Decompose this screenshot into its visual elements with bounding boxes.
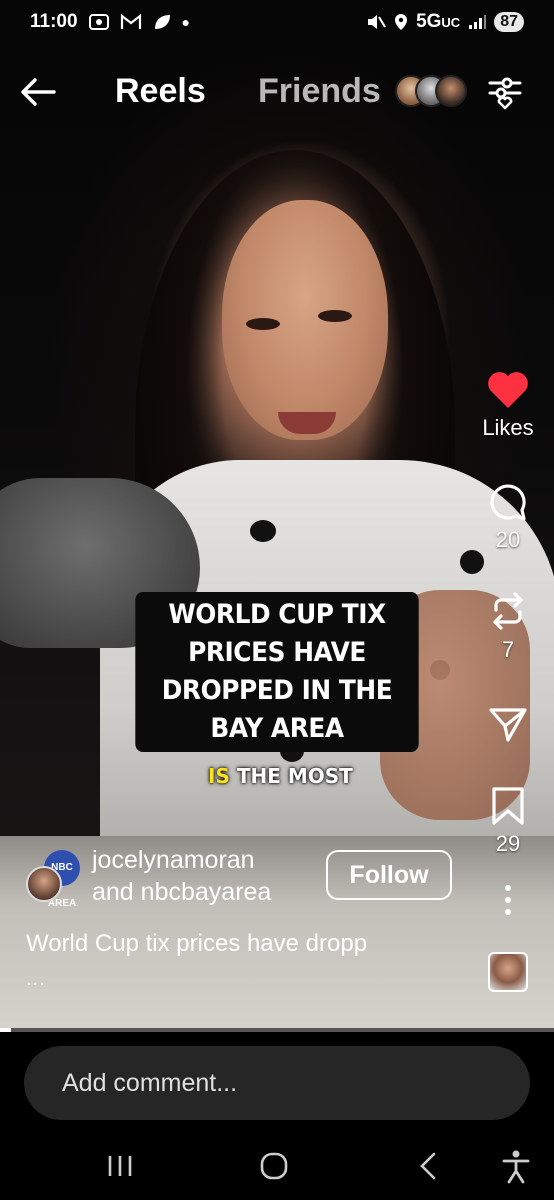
leaf-icon — [154, 15, 170, 29]
filter-heart-icon[interactable] — [486, 74, 524, 112]
back-arrow-icon[interactable] — [18, 74, 58, 110]
tab-friends[interactable]: Friends — [258, 72, 381, 111]
repost-count: 7 — [501, 637, 515, 662]
comment-icon — [490, 484, 526, 521]
bookmark-icon — [492, 787, 524, 825]
send-icon — [489, 708, 527, 742]
audio-thumbnail[interactable] — [488, 952, 528, 992]
friend-avatar — [435, 75, 467, 107]
notification-dot-icon: ● — [181, 14, 191, 30]
mute-icon — [368, 15, 386, 29]
avatar[interactable] — [26, 866, 62, 902]
comment-bar — [0, 1032, 554, 1132]
status-bar: 11:00 ● 5GUC 87 — [0, 0, 554, 44]
home-icon[interactable] — [254, 1146, 294, 1186]
heart-icon — [488, 372, 528, 408]
network-type: 5GUC — [416, 11, 461, 32]
video-caption: WORLD CUP TIX PRICES HAVE DROPPED IN THE… — [135, 592, 419, 752]
like-label: Likes — [482, 415, 534, 440]
battery-badge: 87 — [494, 12, 524, 32]
reels-header: Reels Friends — [0, 62, 554, 122]
video-subtitle: IS THE MOST — [208, 764, 353, 788]
gmail-icon — [120, 13, 141, 29]
share-button[interactable] — [478, 706, 538, 749]
location-icon — [395, 14, 408, 30]
more-options-button[interactable] — [478, 884, 538, 921]
recent-apps-icon[interactable] — [100, 1146, 140, 1186]
video-eye-left — [246, 318, 280, 330]
friends-avatar-stack[interactable] — [395, 75, 475, 109]
author-row: NBC AREA jocelynamoran and nbcbayarea Fo… — [26, 846, 466, 916]
author-username[interactable]: jocelynamoran — [92, 846, 255, 875]
comment-input[interactable] — [24, 1046, 530, 1120]
save-button[interactable]: 29 — [478, 786, 538, 857]
back-nav-icon[interactable] — [410, 1146, 450, 1186]
video-face-shape — [222, 200, 388, 440]
comment-count: 20 — [495, 527, 521, 552]
author-collaborator[interactable]: and nbcbayarea — [92, 878, 271, 907]
save-count: 29 — [495, 831, 521, 856]
tab-reels[interactable]: Reels — [115, 72, 206, 111]
description-more[interactable]: ... — [26, 968, 46, 991]
comment-button[interactable]: 20 — [478, 480, 538, 553]
system-nav-bar — [0, 1132, 554, 1200]
follow-button[interactable]: Follow — [326, 850, 452, 900]
more-vertical-icon — [505, 885, 511, 915]
video-eye-right — [318, 310, 352, 322]
accessibility-icon[interactable] — [496, 1146, 536, 1186]
like-button[interactable]: Likes — [478, 370, 538, 441]
signal-icon — [469, 15, 487, 29]
reel-description[interactable]: World Cup tix prices have dropp — [26, 930, 367, 958]
repost-icon — [493, 592, 523, 630]
repost-button[interactable]: 7 — [478, 590, 538, 663]
status-time: 11:00 — [30, 11, 78, 32]
screenshot-icon — [88, 14, 109, 30]
